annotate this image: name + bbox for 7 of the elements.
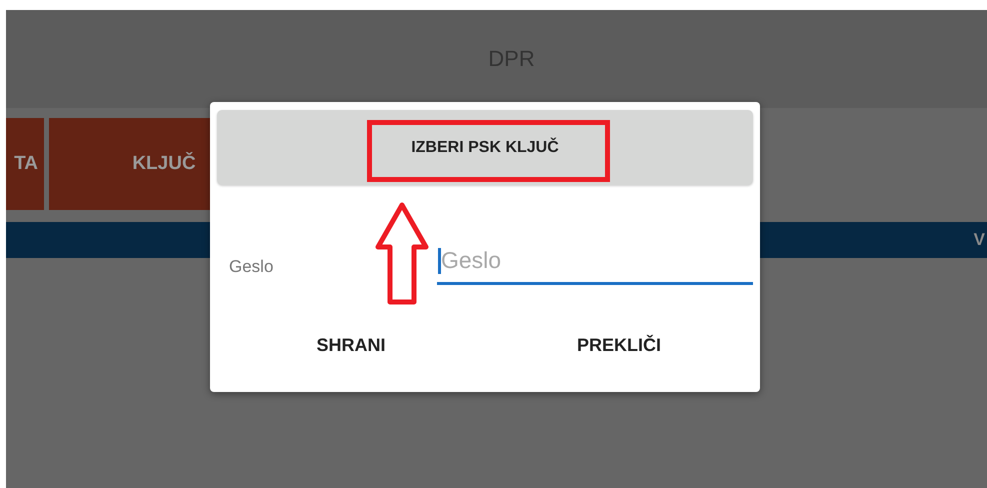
tab[interactable]: TA <box>6 118 44 210</box>
password-label: Geslo <box>228 257 274 277</box>
text-cursor <box>438 248 441 274</box>
save-button[interactable]: SHRANI <box>217 325 485 365</box>
cancel-button[interactable]: PREKLIČI <box>485 325 753 365</box>
select-key-button[interactable]: IZBERI PSK KLJUČ <box>217 110 753 185</box>
section-label: V <box>974 230 985 250</box>
